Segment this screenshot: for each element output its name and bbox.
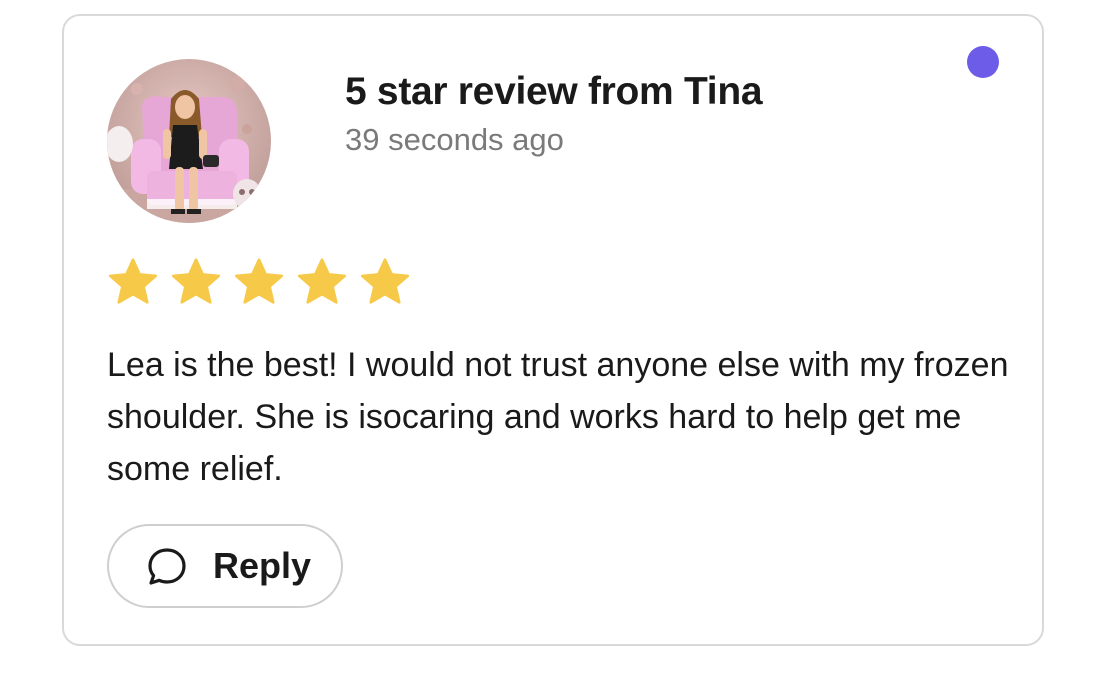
reply-label: Reply (213, 545, 312, 586)
reply-button[interactable]: Reply (107, 524, 343, 608)
star-icon (234, 258, 284, 304)
star-icon (108, 258, 158, 304)
review-text: Lea is the best! I would not trust anyon… (107, 346, 1009, 488)
avatar (107, 59, 271, 223)
notification-timestamp: 39 seconds ago (345, 122, 564, 157)
star-icon (297, 258, 347, 304)
notification-title: 5 star review from Tina (345, 70, 763, 113)
star-icon (360, 258, 410, 304)
reviewer-photo (107, 59, 271, 223)
unread-indicator (967, 46, 999, 78)
speech-bubble-icon (148, 548, 186, 585)
star-icon (171, 258, 221, 304)
star-rating (107, 257, 411, 307)
review-notification-card[interactable]: 5 star review from Tina 39 seconds ago L… (62, 14, 1044, 646)
